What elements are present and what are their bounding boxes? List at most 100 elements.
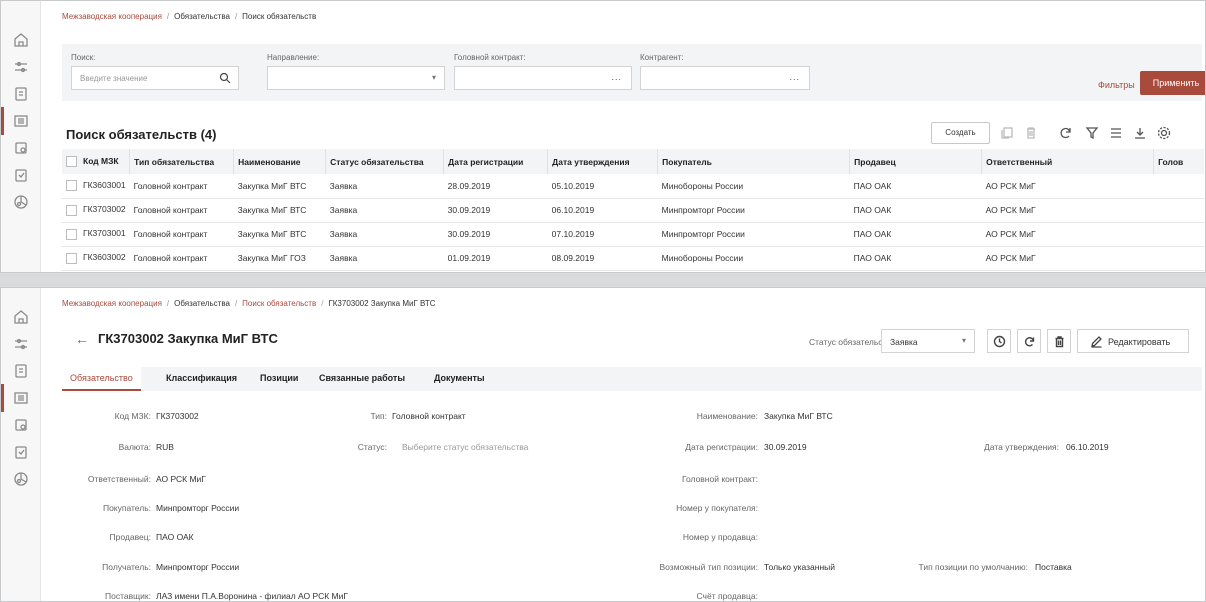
history-button[interactable] (987, 329, 1011, 353)
columns-icon[interactable] (1108, 125, 1124, 141)
edit-button[interactable]: Редактировать (1077, 329, 1189, 353)
field-label: Дата утверждения: (984, 442, 1059, 452)
breadcrumb-link[interactable]: Обязательства (174, 299, 230, 308)
breadcrumb-current: Поиск обязательств (242, 12, 317, 21)
column-header[interactable]: Покупатель (657, 149, 851, 174)
head-contract-picker[interactable]: ... (454, 66, 632, 90)
field-value: Минпромторг России (156, 562, 240, 572)
status-value: Заявка (890, 337, 918, 347)
field-label: Статус: (357, 442, 387, 452)
copy-icon[interactable] (12, 416, 30, 434)
clipboard-icon[interactable] (12, 166, 30, 184)
tab-related-works[interactable]: Связанные работы (319, 367, 405, 391)
table-row[interactable]: ГК3603002 Головной контракт Закупка МиГ … (62, 246, 1204, 271)
chart-icon[interactable] (12, 470, 30, 488)
table-row[interactable]: ГК3703002 Головной контракт Закупка МиГ … (62, 198, 1204, 223)
delete-button[interactable] (1047, 329, 1071, 353)
apply-button[interactable]: Применить (1140, 71, 1205, 95)
clipboard-icon[interactable] (12, 443, 30, 461)
field-label: Получатель: (102, 562, 151, 572)
filter-icon[interactable] (1084, 125, 1100, 141)
back-arrow-icon[interactable]: ← (75, 331, 89, 347)
direction-select[interactable]: ▾ (267, 66, 445, 90)
table-cell: Головной контракт (129, 198, 234, 223)
table-row[interactable]: ГК3703001 Головной контракт Закупка МиГ … (62, 222, 1204, 247)
more-icon[interactable]: ... (611, 72, 622, 82)
tab-positions[interactable]: Позиции (260, 367, 298, 391)
row-checkbox[interactable] (66, 204, 77, 216)
field-value: ЛАЗ имени П.А.Воронина - филиал АО РСК М… (156, 591, 348, 601)
tab-obligation[interactable]: Обязательство (62, 367, 141, 391)
counterparty-filter: Контрагент: ... (640, 53, 810, 90)
column-header[interactable]: Наименование (233, 149, 327, 174)
list-icon[interactable] (1, 107, 30, 135)
field-value: Закупка МиГ ВТС (764, 411, 833, 421)
table-row[interactable]: ГК3603001 Головной контракт Закупка МиГ … (62, 174, 1204, 199)
field-label: Счёт продавца: (696, 591, 758, 601)
more-icon[interactable]: ... (789, 72, 800, 82)
table-cell (1153, 222, 1204, 247)
table-cell: ПАО ОАК (849, 198, 982, 223)
table-cell: Минобороны России (657, 174, 850, 199)
column-header[interactable]: Голов (1153, 149, 1204, 174)
status-placeholder[interactable]: Выберите статус обязательства (402, 442, 528, 452)
breadcrumb-link[interactable]: Обязательства (174, 12, 230, 21)
tab-classification[interactable]: Классификация (166, 367, 237, 391)
create-button[interactable]: Создать (931, 122, 990, 144)
gear-icon[interactable] (1156, 125, 1172, 141)
breadcrumb: Межзаводская кооперация / Обязательства / По… (62, 12, 317, 21)
copy-icon[interactable] (12, 139, 30, 157)
chevron-down-icon: ▾ (431, 73, 436, 82)
document-icon[interactable] (12, 85, 30, 103)
table-cell: ГК3603001 (62, 174, 130, 199)
row-checkbox[interactable] (66, 180, 77, 192)
select-all-checkbox[interactable] (66, 156, 77, 168)
field-label: Поставщик: (105, 591, 151, 601)
column-header[interactable]: Дата утверждения (547, 149, 659, 174)
search-input[interactable]: Введите значение (71, 66, 239, 90)
list-icon[interactable] (1, 384, 30, 412)
column-header[interactable]: Статус обязательства (325, 149, 445, 174)
table-cell: Закупка МиГ ВТС (233, 222, 326, 247)
field-label: Тип: (370, 411, 387, 421)
field-value: ГК3703002 (156, 411, 199, 421)
sliders-icon[interactable] (12, 58, 30, 76)
home-icon[interactable] (12, 308, 30, 326)
row-checkbox[interactable] (66, 228, 77, 240)
breadcrumb: Межзаводская кооперация / Обязательства / По… (62, 299, 436, 308)
copy-icon[interactable] (999, 125, 1015, 141)
column-header[interactable]: Тип обязательства (129, 149, 235, 174)
column-header[interactable]: Ответственный (981, 149, 1155, 174)
refresh-icon[interactable] (1058, 125, 1074, 141)
table-cell: Закупка МиГ ГОЗ (233, 246, 326, 271)
status-select[interactable]: Заявка ▾ (881, 329, 975, 353)
column-header[interactable]: Дата регистрации (443, 149, 549, 174)
home-icon[interactable] (12, 31, 30, 49)
table-cell: ПАО ОАК (849, 222, 982, 247)
download-icon[interactable] (1132, 125, 1148, 141)
document-icon[interactable] (12, 362, 30, 380)
field-label: Возможный тип позиции: (659, 562, 759, 572)
field-label: Номер у покупателя: (676, 503, 758, 513)
trash-icon[interactable] (1023, 125, 1039, 141)
chart-icon[interactable] (12, 193, 30, 211)
column-header[interactable]: Продавец (849, 149, 983, 174)
sliders-icon[interactable] (12, 335, 30, 353)
row-checkbox[interactable] (66, 252, 77, 264)
field-value: Головной контракт (392, 411, 466, 421)
filters-link[interactable]: Фильтры (1098, 80, 1135, 90)
table-cell (1153, 246, 1204, 271)
search-icon[interactable] (219, 72, 231, 84)
detail-title: ГК3703002 Закупка МиГ ВТС (98, 331, 278, 346)
tab-documents[interactable]: Документы (434, 367, 485, 391)
breadcrumb-link[interactable]: Межзаводская кооперация (62, 12, 162, 21)
table-cell: Заявка (325, 198, 444, 223)
refresh-button[interactable] (1017, 329, 1041, 353)
breadcrumb-link[interactable]: Межзаводская кооперация (62, 299, 162, 308)
table-cell: Минпромторг России (657, 222, 850, 247)
column-header[interactable]: Код МЗК (62, 149, 131, 174)
field-value: Только указанный (764, 562, 836, 572)
counterparty-picker[interactable]: ... (640, 66, 810, 90)
breadcrumb-link[interactable]: Поиск обязательств (242, 299, 316, 308)
table-cell: Заявка (325, 174, 444, 199)
